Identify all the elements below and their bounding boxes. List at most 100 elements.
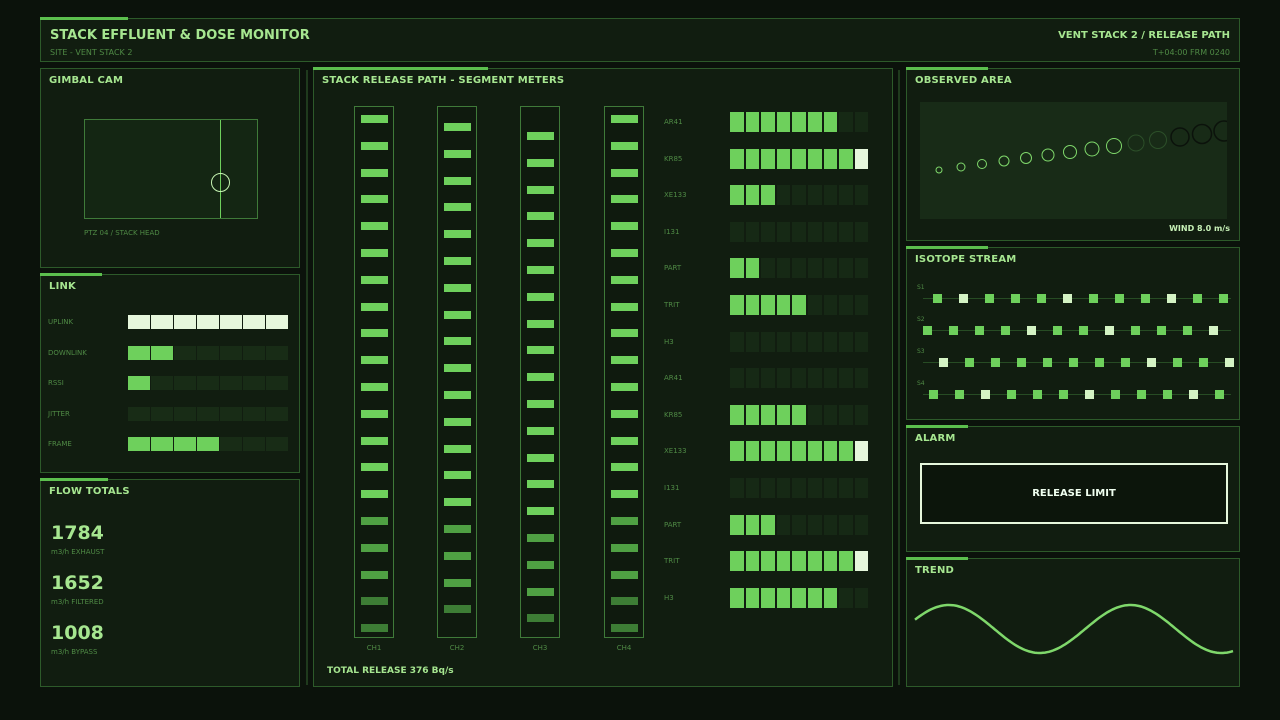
meter-segment [839, 441, 853, 462]
meter-segment [776, 148, 791, 169]
meter-segment [792, 331, 806, 352]
alarm-accent [906, 425, 968, 428]
crosshair-line [220, 120, 221, 218]
link-row: RSSI [48, 376, 293, 390]
observed-area-title: OBSERVED AREA [915, 75, 1012, 86]
column-tick [444, 257, 471, 265]
meter-label: H3 [664, 337, 674, 346]
link-row: UPLINK [48, 315, 293, 329]
stream-packet [955, 390, 964, 399]
meter-segment [745, 112, 760, 132]
meter-segment [854, 185, 869, 206]
column-tick [611, 329, 638, 338]
column-tick [527, 266, 554, 274]
site-label: SITE - VENT STACK 2 [50, 48, 133, 57]
meter-segment [839, 404, 853, 425]
meter-segment [839, 258, 853, 279]
meter-segment [854, 404, 869, 425]
meter-segment [792, 404, 806, 425]
meter-bar [730, 478, 869, 498]
release-path-title: VENT STACK 2 / RELEASE PATH [1058, 30, 1230, 41]
column-tick [527, 453, 554, 462]
meter-segment [776, 441, 791, 462]
link-segment [174, 407, 196, 421]
meter-segment [792, 551, 806, 572]
column-tick [611, 463, 638, 472]
column-tick [361, 115, 388, 123]
isotope-accent [906, 246, 988, 249]
target-reticle-icon [211, 173, 230, 192]
link-segment [243, 437, 265, 451]
stream-packet [1037, 294, 1046, 303]
meter-segment [761, 112, 775, 132]
stream-packet [991, 358, 1000, 367]
link-segment [174, 376, 196, 390]
meter-label: XE133 [664, 191, 687, 200]
column-tick [527, 614, 554, 623]
plume-view[interactable] [920, 102, 1235, 219]
column-tick [611, 517, 638, 525]
stream-packet [981, 390, 990, 399]
column-tick [527, 212, 554, 221]
meter-segment [761, 331, 775, 352]
meter-segment [839, 148, 853, 169]
meter-label: KR85 [664, 154, 683, 163]
stream-label: S4 [917, 380, 925, 387]
meter-segment [823, 148, 838, 169]
channel-label: CH2 [449, 644, 465, 652]
plume-circle [977, 159, 987, 169]
link-segment [151, 315, 173, 329]
meter-segment [839, 331, 853, 352]
alarm-release-limit[interactable]: RELEASE LIMIT [920, 463, 1228, 524]
meter-segment [823, 404, 838, 425]
meter-bar [730, 587, 869, 608]
column-tick [361, 168, 388, 177]
stream-packet [1225, 358, 1234, 367]
meter-segment [761, 148, 775, 169]
column-tick [444, 149, 471, 158]
stream-packet [1085, 390, 1094, 399]
isotope-meter-row: I131 [664, 221, 884, 242]
meter-segment [854, 587, 869, 608]
stream-packet [1111, 390, 1120, 399]
stream-packet [1157, 326, 1166, 335]
meter-segment [807, 404, 822, 425]
link-segment [197, 315, 219, 329]
filtered-value: 1652 [51, 572, 104, 594]
meter-segment [839, 587, 853, 608]
column-tick [444, 498, 471, 507]
isotope-meter-row: TRIT [664, 295, 884, 315]
stream-packet [975, 326, 984, 335]
camera-view[interactable] [84, 119, 258, 219]
column-tick [611, 543, 638, 552]
flow-totals-title: FLOW TOTALS [49, 486, 130, 497]
segment-meters-title: STACK RELEASE PATH - SEGMENT METERS [322, 75, 565, 86]
link-segment [243, 346, 265, 360]
meter-segment [792, 441, 806, 462]
meter-segment [745, 258, 760, 279]
column-tick [361, 222, 388, 231]
meter-segment [761, 441, 775, 462]
stream-packet [939, 358, 948, 367]
stream-packet [1199, 358, 1208, 367]
meter-segment [792, 295, 806, 315]
meter-bar [730, 368, 869, 389]
meter-segment [730, 112, 744, 132]
meter-segment [854, 551, 869, 572]
stream-packet [1167, 294, 1176, 303]
column-tick [611, 168, 638, 177]
link-segment [220, 407, 242, 421]
meter-segment [776, 514, 791, 535]
meter-segment [730, 478, 744, 498]
column-tick [611, 195, 638, 204]
meter-segment [792, 148, 806, 169]
link-row-label: UPLINK [48, 318, 74, 326]
column-tick [361, 436, 388, 445]
stream-packet [1141, 294, 1150, 303]
column-tick [611, 597, 638, 606]
column-tick [444, 525, 471, 533]
flow-accent [40, 478, 108, 481]
meter-segment [839, 112, 853, 132]
column-tick [361, 302, 388, 311]
stream-packet [985, 294, 994, 303]
